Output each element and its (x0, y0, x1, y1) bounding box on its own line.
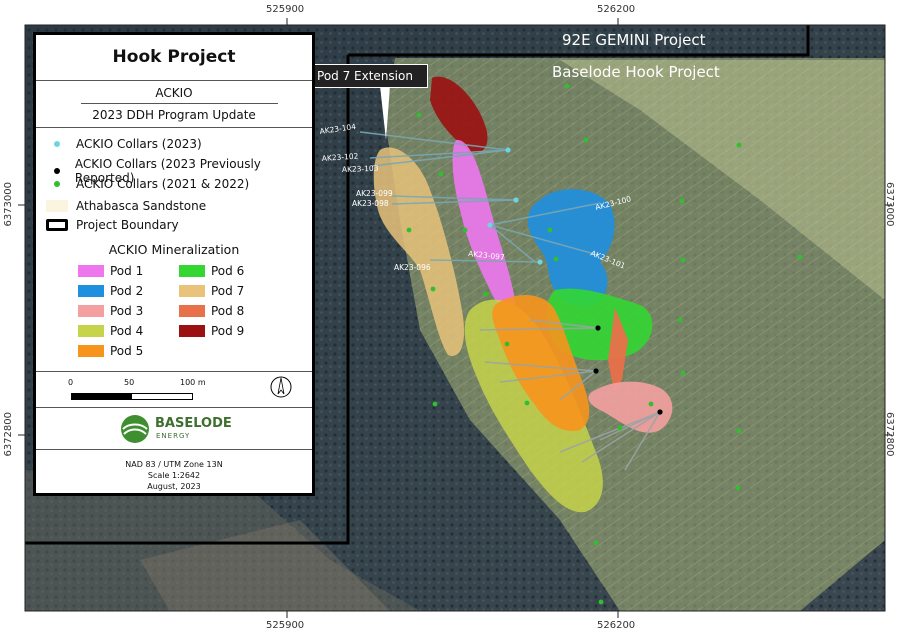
legend-label: Pod 6 (211, 264, 245, 278)
north-arrow-icon (270, 376, 292, 398)
legend-divider (36, 449, 312, 450)
legend-pod-6: Pod 6 (179, 264, 244, 278)
hook-project-label: Baselode Hook Project (552, 63, 720, 81)
legend-label: Pod 9 (211, 324, 245, 338)
legend-label: Pod 8 (211, 304, 245, 318)
legend-item-collars-2023: ACKIO Collars (2023) (46, 137, 202, 151)
legend-divider (36, 371, 312, 372)
scale-tick-100: 100 m (180, 378, 206, 387)
boundary-swatch-icon (46, 219, 68, 231)
legend-divider (36, 80, 312, 81)
easting-bottom-1: 525900 (266, 620, 305, 631)
easting-bottom-2: 526200 (597, 620, 636, 631)
pod7-extension-callout: Pod 7 Extension (302, 64, 428, 88)
baselode-logo: BASELODE ENERGY (119, 413, 239, 445)
legend-item-sandstone: Athabasca Sandstone (46, 199, 206, 213)
northing-left-1: 6373000 (3, 182, 14, 227)
legend-divider (36, 127, 312, 128)
legend-label: Pod 7 (211, 284, 245, 298)
legend-item-boundary: Project Boundary (46, 218, 179, 232)
easting-top-1: 525900 (266, 4, 305, 15)
legend-label: ACKIO Collars (2023) (76, 137, 202, 151)
legend-pod-5: Pod 5 (78, 344, 143, 358)
legend-label: ACKIO Collars (2021 & 2022) (76, 177, 250, 191)
logo-name: BASELODE (155, 416, 232, 431)
legend-pod-3: Pod 3 (78, 304, 143, 318)
legend-pod-1: Pod 1 (78, 264, 143, 278)
legend-label: Pod 2 (110, 284, 144, 298)
collar-2023-icon (54, 141, 60, 147)
hole-label-ak23-096: AK23-096 (394, 263, 431, 272)
legend-label: Project Boundary (76, 218, 179, 232)
legend-subtitle: ACKIO (155, 86, 193, 100)
legend-pod-7: Pod 7 (179, 284, 244, 298)
legend-label: Pod 3 (110, 304, 144, 318)
collar-2021-2022-icon (54, 181, 60, 187)
scale-tick-50: 50 (124, 378, 135, 387)
scale-bar (71, 393, 193, 400)
logo-sub: ENERGY (156, 432, 191, 440)
legend-item-collars-2021-2022: ACKIO Collars (2021 & 2022) (46, 177, 249, 191)
hole-label-ak23-103: AK23-103 (342, 164, 379, 174)
legend-pod-2: Pod 2 (78, 284, 143, 298)
northing-left-2: 6372800 (3, 412, 14, 457)
gemini-project-label: 92E GEMINI Project (562, 31, 706, 49)
date-text: August, 2023 (147, 482, 201, 491)
legend-label: Athabasca Sandstone (76, 199, 207, 213)
scale-tick-0: 0 (68, 378, 74, 387)
legend-pod-4: Pod 4 (78, 324, 143, 338)
scale-text: Scale 1:2642 (147, 471, 201, 480)
hole-label-ak23-099: AK23-099 (356, 189, 393, 198)
sandstone-swatch-icon (46, 200, 68, 212)
legend-label: Pod 1 (110, 264, 144, 278)
legend-title: Hook Project (112, 47, 236, 67)
legend-divider (81, 103, 278, 104)
legend-divider (36, 407, 312, 408)
legend-label: Pod 4 (110, 324, 144, 338)
baselode-leaf-icon (121, 415, 149, 443)
legend-pod-9: Pod 9 (179, 324, 244, 338)
legend-panel: Hook Project ACKIO 2023 DDH Program Upda… (33, 32, 315, 496)
hole-label-ak23-098: AK23-098 (352, 199, 389, 208)
mineralization-heading: ACKIO Mineralization (108, 242, 240, 257)
collar-previous-icon (54, 168, 60, 174)
northing-right-1: 6373000 (884, 182, 895, 227)
legend-program: 2023 DDH Program Update (92, 108, 256, 122)
datum-text: NAD 83 / UTM Zone 13N (125, 460, 223, 469)
legend-label: Pod 5 (110, 344, 144, 358)
northing-right-2: 6372800 (884, 412, 895, 457)
legend-pod-8: Pod 8 (179, 304, 244, 318)
easting-top-2: 526200 (597, 4, 636, 15)
